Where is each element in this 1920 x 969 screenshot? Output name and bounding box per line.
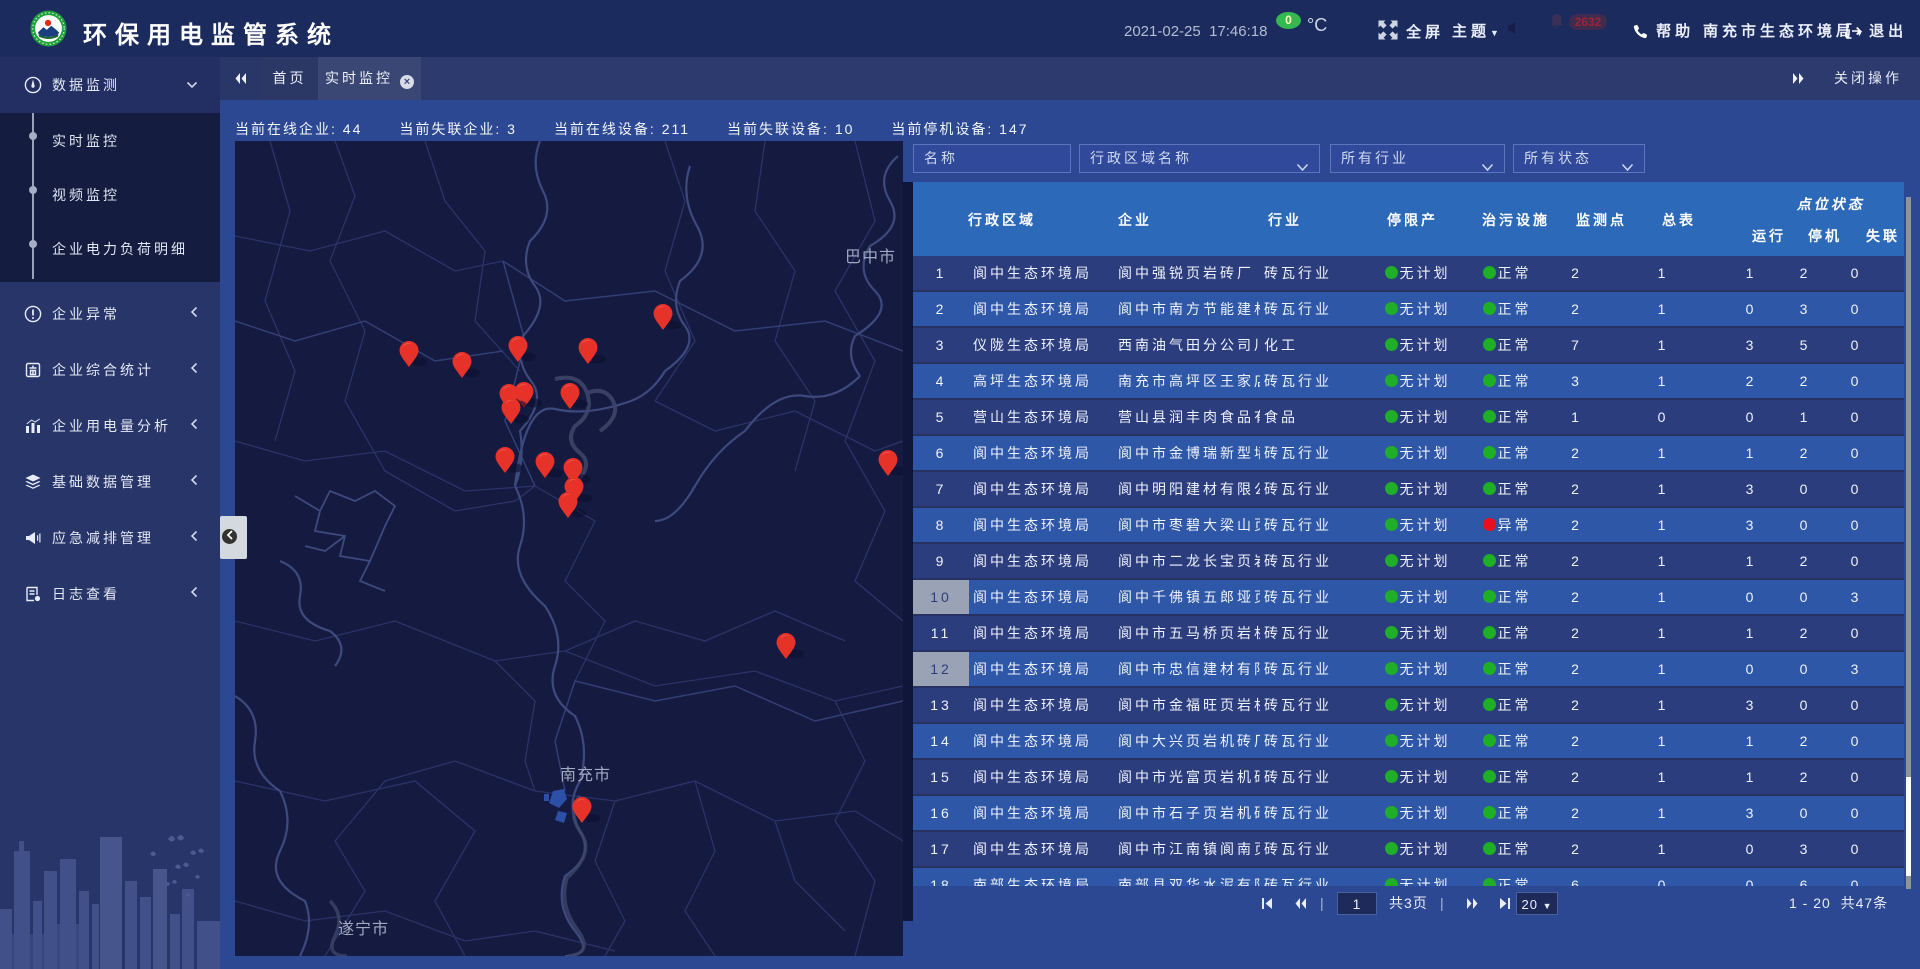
- svg-text:巴中市: 巴中市: [845, 248, 896, 266]
- svg-text:南充市: 南充市: [560, 766, 611, 784]
- svg-text:遂宁市: 遂宁市: [338, 920, 389, 938]
